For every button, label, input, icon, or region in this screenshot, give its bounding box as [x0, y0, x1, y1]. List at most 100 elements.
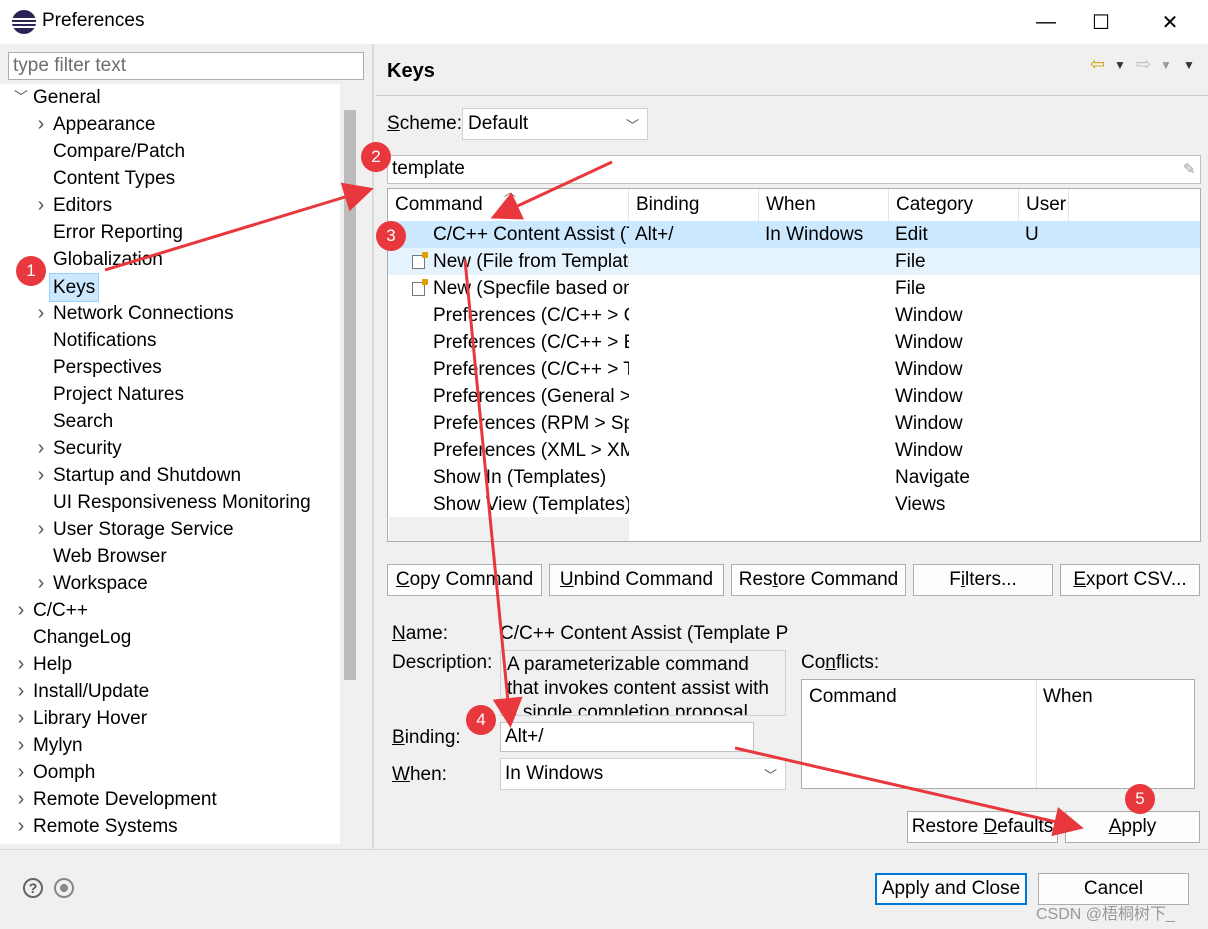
export-csv-button[interactable]: Export CSV...: [1060, 564, 1200, 596]
column-divider: [1036, 680, 1037, 788]
chevron-right-icon[interactable]: ›: [14, 732, 28, 759]
cell-binding: [635, 491, 759, 518]
table-row[interactable]: Preferences (General > Editors > Text Ed…: [388, 383, 1200, 410]
tree-item-label: Appearance: [53, 114, 156, 135]
cell-command: Preferences (XML > XML Files > Editor > …: [433, 440, 629, 461]
conflicts-header-command[interactable]: Command: [809, 686, 897, 708]
chevron-right-icon[interactable]: ›: [34, 435, 48, 462]
chevron-right-icon[interactable]: ›: [34, 570, 48, 597]
help-icon[interactable]: ?: [23, 878, 43, 898]
eclipse-app-icon: [12, 10, 36, 34]
column-header-user[interactable]: User: [1019, 189, 1069, 221]
restore-defaults-button[interactable]: Restore Defaults: [907, 811, 1058, 843]
cell-category: Navigate: [895, 467, 970, 488]
cell-binding: [635, 464, 759, 491]
cell-category: Window: [895, 440, 963, 461]
when-label: When:: [392, 764, 447, 785]
dropdown-icon[interactable]: ▼: [1114, 58, 1126, 72]
chevron-right-icon[interactable]: ›: [14, 705, 28, 732]
cell-when: In Windows: [765, 224, 864, 245]
minimize-icon[interactable]: —: [1018, 0, 1074, 44]
table-row[interactable]: C/C++ Content Assist (Template Proposals…: [388, 221, 1200, 248]
conflicts-header-when[interactable]: When: [1043, 686, 1093, 708]
tree-item-label: Install/Update: [33, 681, 150, 702]
tree-item-label: Globalization: [53, 249, 163, 270]
record-macro-icon[interactable]: [54, 878, 74, 898]
cell-binding: [635, 275, 759, 302]
chevron-down-icon[interactable]: ﹀: [14, 84, 28, 111]
table-row[interactable]: Preferences (C/C++ > Editor > Templates)…: [388, 329, 1200, 356]
cell-command: Preferences (RPM > Specfile Editor > Tem…: [433, 413, 629, 434]
restore-command-button[interactable]: Restore Command: [731, 564, 906, 596]
clear-search-icon[interactable]: ✎: [1183, 160, 1196, 178]
close-icon[interactable]: ✕: [1142, 0, 1198, 44]
chevron-right-icon[interactable]: ›: [34, 516, 48, 543]
chevron-right-icon[interactable]: ›: [14, 651, 28, 678]
when-select[interactable]: In Windows ﹀: [500, 758, 786, 790]
cell-category: File: [895, 278, 926, 299]
table-row[interactable]: Show In (Templates) Navigate: [388, 464, 1200, 491]
chevron-right-icon[interactable]: ›: [14, 786, 28, 813]
dropdown-icon[interactable]: ▼: [1160, 58, 1172, 72]
chevron-right-icon[interactable]: ›: [34, 300, 48, 327]
cell-binding: [635, 302, 759, 329]
chevron-right-icon[interactable]: ›: [34, 111, 48, 138]
tree-item-label: Keys: [49, 273, 100, 302]
binding-input[interactable]: Alt+/: [500, 722, 754, 752]
cell-user: [1025, 275, 1069, 302]
scheme-select[interactable]: Default ﹀: [462, 108, 648, 140]
tree-item-label: Project Natures: [53, 384, 184, 405]
tree-item-label: Notifications: [53, 330, 157, 351]
cell-command: Show In (Templates): [433, 467, 607, 488]
preferences-tree[interactable]: ﹀ General › Appearance Compare/Patch Content …: [0, 84, 340, 844]
description-label: Description:: [392, 652, 493, 673]
column-header-category[interactable]: Category: [889, 189, 1019, 221]
cell-when: [765, 491, 889, 518]
chevron-right-icon[interactable]: ›: [14, 597, 28, 624]
view-menu-icon[interactable]: ▼: [1183, 58, 1195, 72]
column-header-binding[interactable]: Binding: [629, 189, 759, 221]
apply-button[interactable]: Apply: [1065, 811, 1200, 843]
chevron-right-icon[interactable]: ›: [14, 813, 28, 840]
chevron-down-icon: ﹀: [763, 768, 777, 783]
chevron-right-icon[interactable]: ›: [14, 678, 28, 705]
table-row[interactable]: Preferences (XML > XML Files > Editor > …: [388, 437, 1200, 464]
tree-item-label: Mylyn: [33, 735, 83, 756]
forward-arrow-icon[interactable]: ⇨: [1136, 54, 1151, 75]
chevron-right-icon[interactable]: ›: [34, 192, 48, 219]
cell-category: Window: [895, 386, 963, 407]
chevron-right-icon[interactable]: ›: [34, 462, 48, 489]
maximize-icon[interactable]: ☐: [1073, 0, 1129, 44]
column-header-when[interactable]: When: [759, 189, 889, 221]
copy-command-button[interactable]: Copy Command: [387, 564, 542, 596]
annotation-badge: 4: [466, 705, 496, 735]
tree-item-label: Library Hover: [33, 708, 148, 729]
table-row[interactable]: New (Specfile based on Template) File: [388, 275, 1200, 302]
table-row[interactable]: New (File from Template) File: [388, 248, 1200, 275]
tree-scrollbar-thumb[interactable]: [344, 110, 356, 680]
tree-item-label: General: [33, 87, 101, 108]
when-value: In Windows: [505, 763, 604, 784]
tree-item-label: UI Responsiveness Monitoring: [53, 492, 311, 513]
apply-and-close-button[interactable]: Apply and Close: [875, 873, 1027, 905]
cell-when: [765, 437, 889, 464]
keys-table[interactable]: Command Binding When Category User ︿ C/C…: [387, 188, 1201, 542]
back-arrow-icon[interactable]: ⇦: [1090, 54, 1105, 75]
chevron-right-icon[interactable]: ›: [14, 759, 28, 786]
keys-filter-input[interactable]: template: [387, 155, 1201, 184]
tree-item-label: Search: [53, 411, 114, 432]
conflicts-table[interactable]: Command When: [801, 679, 1195, 789]
cell-category: File: [895, 251, 926, 272]
cell-command: New (File from Template): [433, 251, 629, 272]
cell-when: [765, 464, 889, 491]
table-row[interactable]: Show View (Templates) Views: [388, 491, 1200, 518]
description-textarea[interactable]: A parameterizable command that invokes c…: [500, 650, 786, 716]
cell-binding: [635, 383, 759, 410]
table-row[interactable]: Preferences (C/C++ > Templates) Window: [388, 356, 1200, 383]
filter-input[interactable]: type filter text: [8, 52, 364, 80]
filters-button[interactable]: Filters...: [913, 564, 1053, 596]
table-row[interactable]: Preferences (C/C++ > Code Style > Code T…: [388, 302, 1200, 329]
chevron-right-icon[interactable]: ›: [14, 840, 28, 844]
unbind-command-button[interactable]: Unbind Command: [549, 564, 724, 596]
table-row[interactable]: Preferences (RPM > Specfile Editor > Tem…: [388, 410, 1200, 437]
